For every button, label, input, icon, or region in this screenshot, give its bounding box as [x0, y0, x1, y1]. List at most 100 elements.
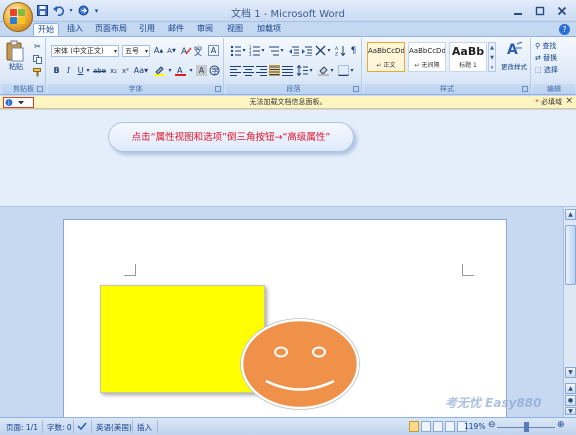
font-name-combo[interactable]: 宋体 (中文正文) ▾ [51, 45, 119, 57]
window-title: 文档 1 - Microsoft Word [231, 9, 345, 20]
tab-page-layout[interactable]: 页面布局 [93, 23, 129, 36]
styles-dialog-launcher[interactable] [522, 86, 528, 92]
font-size-combo[interactable]: 五号 ▾ [122, 45, 150, 57]
shading-icon[interactable] [318, 65, 329, 76]
svg-text:Z: Z [335, 52, 338, 57]
next-page-button[interactable]: ▼ [565, 407, 576, 415]
show-hide-marks-icon[interactable]: ¶ [348, 45, 359, 56]
paragraph-dialog-launcher[interactable] [353, 86, 359, 92]
ribbon: 粘贴 ✂ 剪贴板 宋体 (中文正文) ▾ 五号 ▾ A ▲ A ▼ A 文 wén A B… [0, 36, 576, 95]
page-count[interactable]: 页面: 1/1 [6, 422, 38, 433]
tab-add-ins[interactable]: 加载项 [254, 23, 284, 36]
replace-button[interactable]: ⇄ 替换 [535, 53, 557, 63]
increase-indent-icon[interactable] [301, 45, 312, 56]
underline-dropdown-icon[interactable]: ▾ [85, 65, 91, 76]
copy-icon[interactable] [32, 54, 43, 65]
multilevel-list-icon[interactable] [268, 45, 279, 56]
align-left-icon[interactable] [230, 65, 241, 76]
clear-formatting-icon[interactable]: A [181, 45, 192, 56]
style-no-spacing[interactable]: AaBbCcDd ↵ 无间隔 [408, 42, 446, 72]
bullets-icon[interactable] [230, 45, 241, 56]
enclose-characters-icon[interactable]: 字 [209, 65, 220, 76]
justify-icon[interactable] [269, 65, 280, 76]
previous-page-button[interactable]: ▲ [565, 383, 576, 394]
proofing-icon[interactable] [77, 422, 87, 433]
superscript-icon[interactable]: x² [120, 65, 131, 76]
vertical-scrollbar[interactable]: ▲ ▼ ▲ ● ▼ [563, 207, 576, 417]
print-layout-view-button[interactable] [409, 421, 419, 432]
margin-corner-top-left [124, 264, 136, 276]
shading-dropdown-icon[interactable]: ▾ [329, 65, 335, 76]
change-case-icon[interactable]: Aa▾ [133, 65, 149, 76]
decrease-indent-icon[interactable] [288, 45, 299, 56]
distributed-icon[interactable] [282, 65, 293, 76]
close-button[interactable] [552, 3, 572, 18]
tab-references[interactable]: 引用 [136, 23, 158, 36]
clipboard-dialog-launcher[interactable] [37, 86, 43, 92]
cut-icon[interactable]: ✂ [32, 41, 43, 52]
bold-icon[interactable]: B [51, 65, 62, 76]
shrink-font-icon[interactable]: A ▼ [166, 45, 177, 56]
tab-home[interactable]: 开始 [33, 23, 59, 36]
strikethrough-icon[interactable]: abe [93, 65, 106, 76]
tab-review[interactable]: 审阅 [194, 23, 216, 36]
zoom-level[interactable]: 119% [464, 422, 485, 431]
word-count[interactable]: 字数: 0 [47, 422, 72, 433]
scroll-up-button[interactable]: ▲ [565, 209, 576, 220]
character-shading-icon[interactable]: A [196, 65, 207, 76]
scroll-thumb[interactable] [565, 225, 576, 285]
minimize-button[interactable] [508, 3, 528, 18]
highlight-dropdown-icon[interactable]: ▾ [167, 65, 173, 76]
outline-view-button[interactable] [445, 421, 455, 432]
line-spacing-icon[interactable] [297, 65, 308, 76]
grow-font-icon[interactable]: A ▲ [153, 45, 164, 56]
font-color-icon[interactable]: A [175, 65, 186, 76]
insert-mode-indicator[interactable]: 插入 [137, 422, 152, 433]
multilevel-dropdown-icon[interactable]: ▾ [279, 45, 285, 56]
phonetic-guide-icon[interactable]: 文 wén [194, 45, 205, 56]
svg-text:A: A [181, 47, 188, 56]
language-indicator[interactable]: 英语(美国) [96, 422, 132, 433]
tab-mailings[interactable]: 邮件 [165, 23, 187, 36]
chinese-layout-dropdown-icon[interactable]: ▾ [326, 45, 332, 56]
format-painter-icon[interactable] [32, 67, 43, 78]
close-icon[interactable]: × [565, 96, 573, 106]
find-button[interactable]: ⚲ 查找 [535, 41, 556, 51]
font-dialog-launcher[interactable] [215, 86, 221, 92]
select-browse-object-button[interactable]: ● [565, 395, 576, 406]
maximize-button[interactable] [530, 3, 550, 18]
character-border-icon[interactable]: A [208, 45, 219, 56]
align-right-icon[interactable] [256, 65, 267, 76]
align-center-icon[interactable] [243, 65, 254, 76]
bullets-dropdown-icon[interactable]: ▾ [241, 45, 247, 56]
tab-insert[interactable]: 插入 [64, 23, 86, 36]
chinese-layout-icon[interactable] [315, 45, 326, 56]
help-icon[interactable]: ? [559, 24, 570, 35]
style-heading-1[interactable]: AaBb 标题 1 [449, 42, 487, 72]
select-button[interactable]: ⬚ 选择 [535, 65, 558, 75]
highlight-icon[interactable] [154, 65, 165, 76]
smiley-face-shape[interactable] [240, 318, 361, 410]
zoom-in-button[interactable]: ⊕ [557, 420, 565, 430]
office-button[interactable] [3, 2, 33, 32]
style-normal[interactable]: AaBbCcDd ↵ 正文 [367, 42, 405, 72]
full-screen-reading-view-button[interactable] [421, 421, 431, 432]
tab-view[interactable]: 视图 [224, 23, 246, 36]
web-layout-view-button[interactable] [433, 421, 443, 432]
font-color-dropdown-icon[interactable]: ▾ [188, 65, 194, 76]
borders-icon[interactable] [338, 65, 349, 76]
line-spacing-dropdown-icon[interactable]: ▾ [308, 65, 314, 76]
numbering-icon[interactable]: 123 [249, 45, 260, 56]
paste-button[interactable]: 粘贴 [5, 40, 25, 72]
numbering-dropdown-icon[interactable]: ▾ [260, 45, 266, 56]
scroll-down-button[interactable]: ▼ [565, 367, 576, 378]
styles-group-label: 样式 [364, 84, 530, 94]
zoom-slider-thumb[interactable] [524, 422, 529, 432]
subscript-icon[interactable]: x₂ [108, 65, 119, 76]
italic-icon[interactable]: I [63, 65, 74, 76]
styles-scroll[interactable]: ▲ ▼ ▾ [488, 42, 496, 72]
borders-dropdown-icon[interactable]: ▾ [349, 65, 355, 76]
zoom-out-button[interactable]: ⊖ [488, 420, 496, 430]
sort-icon[interactable]: AZ [335, 45, 346, 56]
change-styles-button[interactable]: A 更改样式 [499, 40, 529, 76]
